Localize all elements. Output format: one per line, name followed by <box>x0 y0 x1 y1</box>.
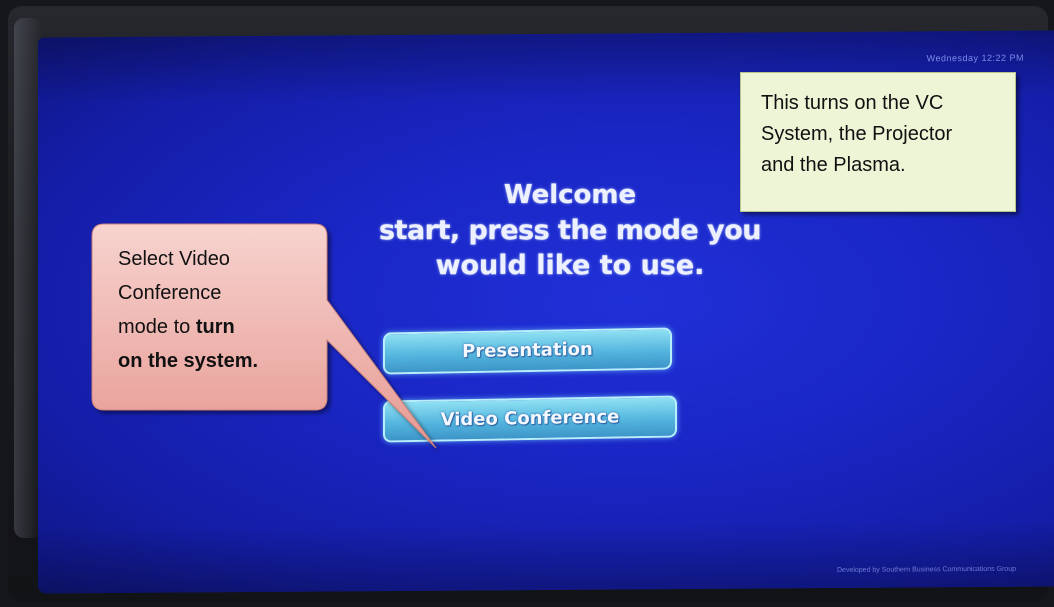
vc-callout-line-1: This turns on the VC <box>761 92 944 114</box>
video-conference-mode-button[interactable]: Video Conference <box>383 395 677 443</box>
vc-system-callout: This turns on the VC System, the Project… <box>740 72 1016 212</box>
select-callout-line-4: on the system. <box>118 344 318 378</box>
presentation-mode-button[interactable]: Presentation <box>383 327 672 375</box>
vc-callout-line-2: System, the Projector <box>761 123 953 145</box>
select-callout-line-3-plain: mode to <box>118 316 196 338</box>
monitor-photo: Wednesday 12:22 PM Developed by Southern… <box>0 0 1054 607</box>
select-callout-line-2: Conference <box>118 282 222 304</box>
select-callout-line-4-bold: on the system. <box>118 350 259 372</box>
select-callout-line-1: Select Video <box>118 248 230 270</box>
clock-label: Wednesday 12:22 PM <box>926 52 1024 64</box>
developer-credit: Developed by Southern Business Communica… <box>837 565 1016 574</box>
select-callout-line-3: mode to turn <box>118 310 318 344</box>
vc-callout-line-3: and the Plasma. <box>761 154 906 176</box>
select-mode-callout-text: Select Video Conference mode to turn on … <box>118 242 318 378</box>
welcome-instruction-line-1: start, press the mode you <box>378 215 762 246</box>
select-callout-line-3-bold: turn <box>195 316 235 338</box>
welcome-instruction-line-2: would like to use. <box>435 250 705 281</box>
